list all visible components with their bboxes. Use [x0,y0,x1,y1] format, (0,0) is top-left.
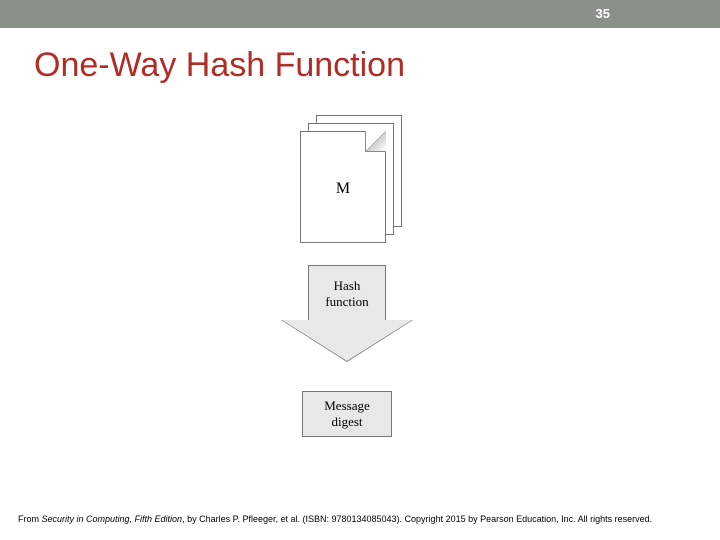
footer-suffix: , by Charles P. Pfleeger, et al. (ISBN: … [182,514,652,524]
slide-title: One-Way Hash Function [34,46,720,85]
hash-function-label: Hash function [325,278,368,309]
message-digest-label: Message digest [324,398,370,429]
top-bar: 35 [0,0,720,28]
hash-diagram: M Hash function Message digest [0,85,720,475]
message-digest-box: Message digest [302,391,392,437]
message-label: M [301,180,385,198]
hash-arrow: Hash function [282,265,412,361]
document-page-front: M [300,131,386,243]
footer-prefix: From [18,514,42,524]
footer-book-title: Security in Computing, Fifth Edition [42,514,183,524]
footer-citation: From Security in Computing, Fifth Editio… [18,514,702,524]
slide-number: 35 [596,6,610,21]
